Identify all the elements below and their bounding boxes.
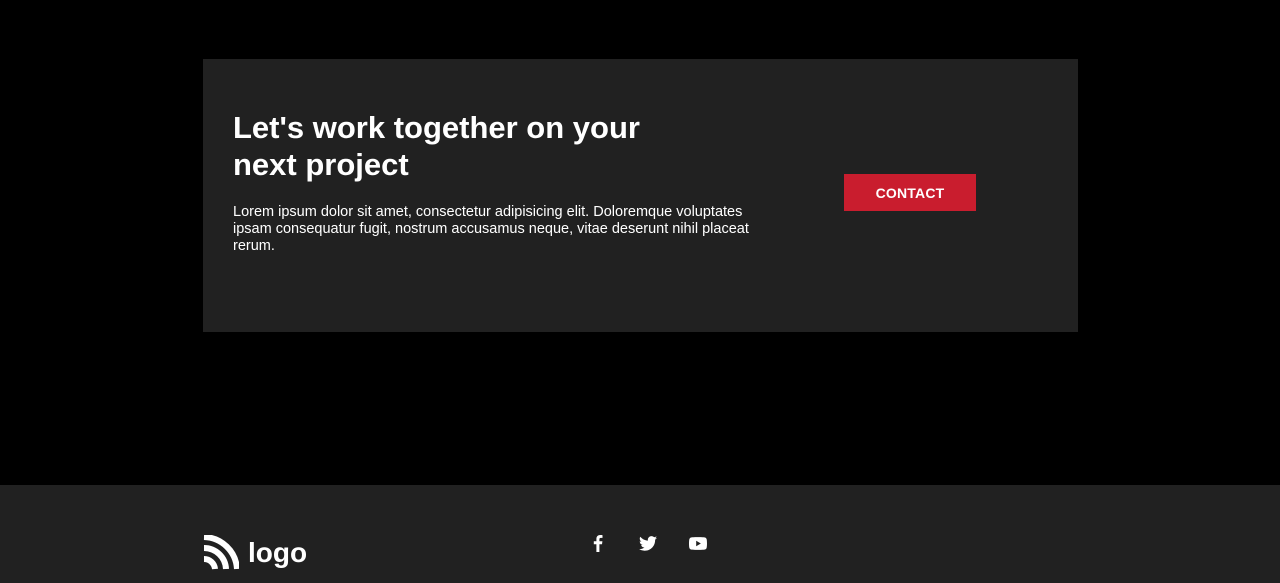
logo-icon (203, 535, 239, 570)
social-links (573, 533, 723, 553)
cta-heading: Let's work together on your next project (233, 110, 640, 182)
facebook-link[interactable] (573, 533, 623, 553)
twitter-icon (639, 535, 657, 551)
cta-card: Let's work together on your next project… (203, 59, 1078, 332)
contact-button[interactable]: CONTACT (844, 174, 976, 211)
facebook-icon (593, 534, 603, 552)
logo-text: logo (248, 537, 308, 568)
twitter-link[interactable] (623, 533, 673, 553)
cta-description: Lorem ipsum dolor sit amet, consectetur … (233, 204, 749, 254)
footer: logo (0, 485, 1280, 583)
youtube-link[interactable] (673, 533, 723, 553)
youtube-icon (689, 536, 707, 550)
logo-link[interactable]: logo (202, 535, 307, 571)
